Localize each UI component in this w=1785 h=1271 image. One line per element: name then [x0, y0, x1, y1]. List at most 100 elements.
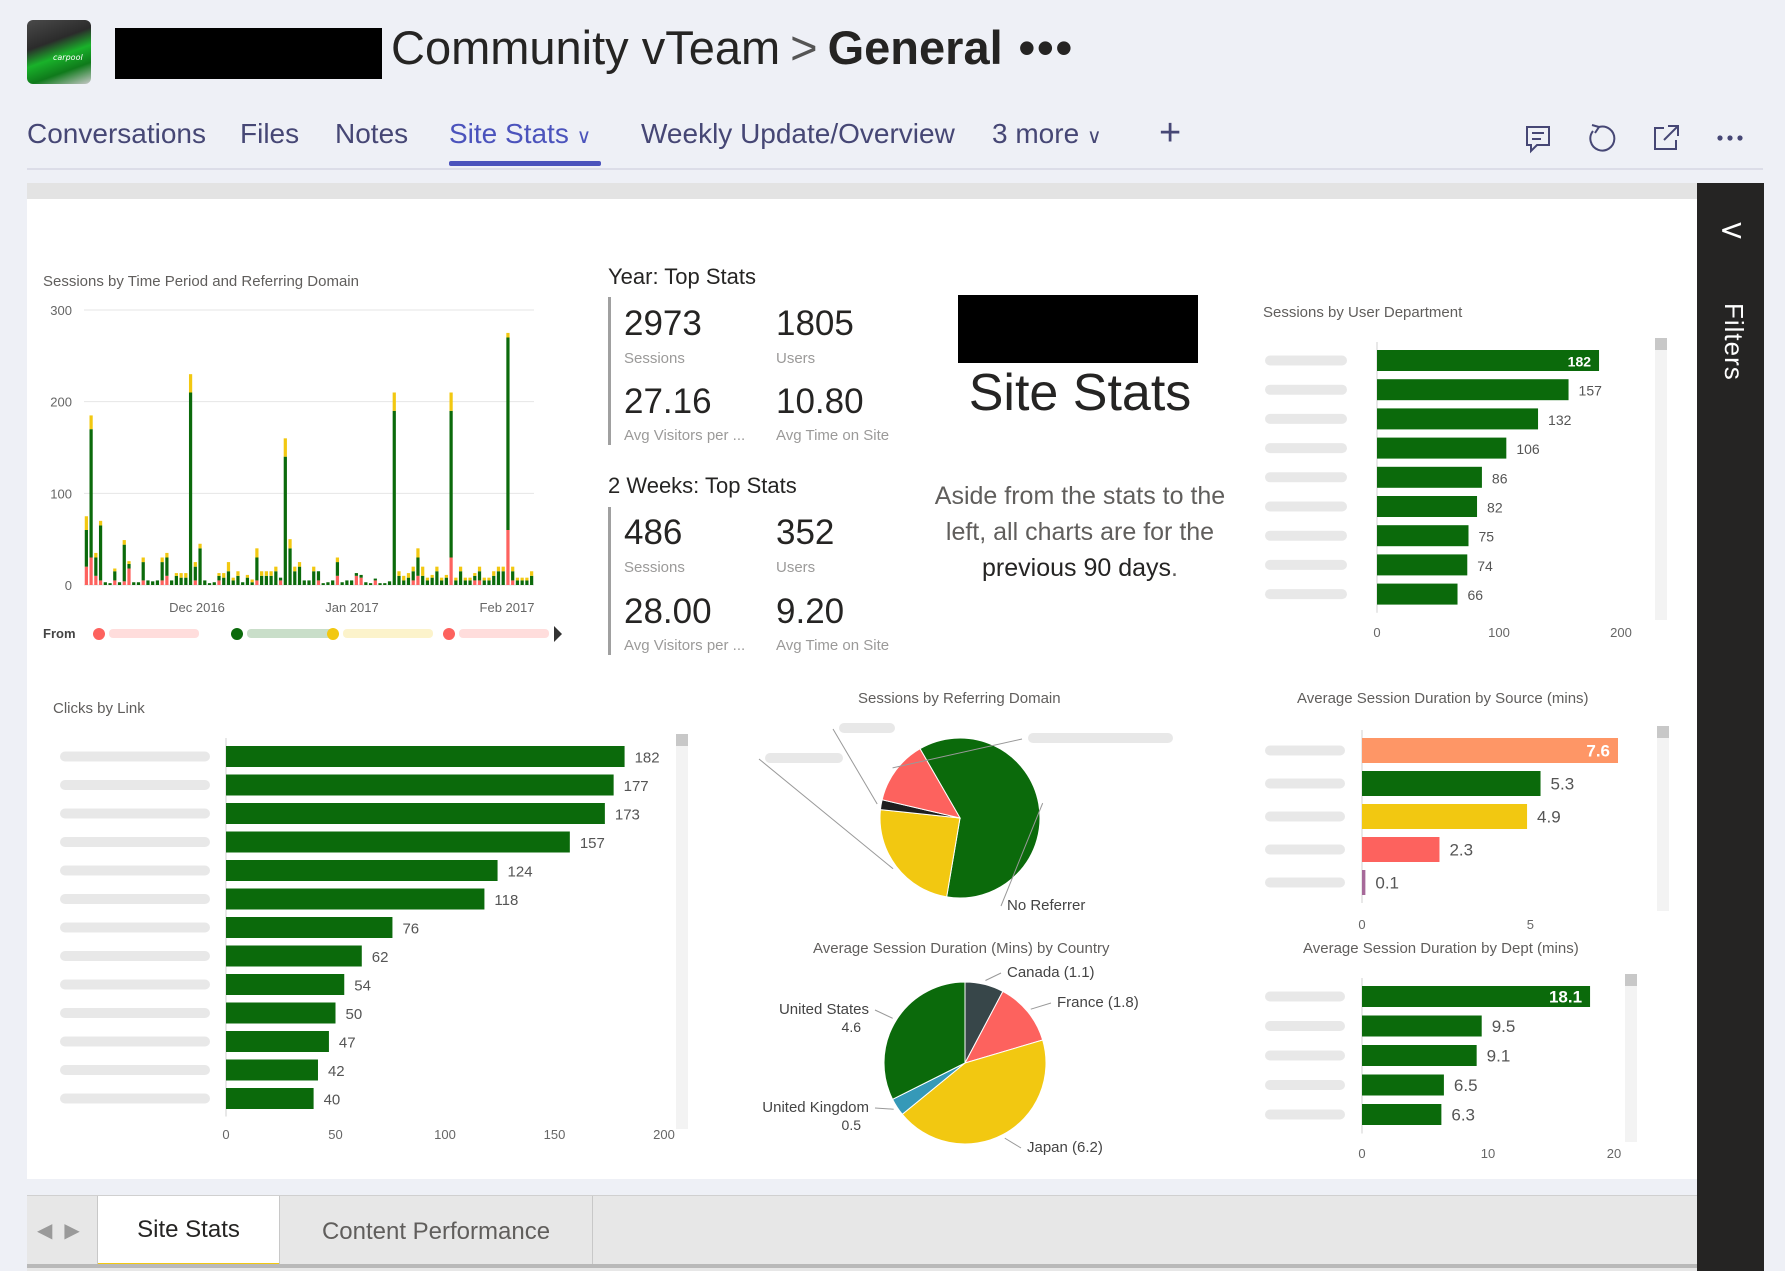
category-label-blurred — [60, 1008, 210, 1018]
column-segment — [520, 577, 524, 581]
bar — [226, 1002, 336, 1024]
weeks-stats-title: 2 Weeks: Top Stats — [608, 473, 797, 498]
data-label: 7.6 — [1586, 742, 1610, 761]
sessions-dept-chart[interactable]: 182 157 132 106 86 82 75 74 66 0 100 200 — [1255, 330, 1675, 645]
leader-line — [985, 972, 1002, 981]
column-segment — [444, 577, 448, 585]
column-segment — [84, 516, 88, 530]
visual-scrollbar — [1657, 726, 1669, 911]
weeks-sessions-label: Sessions — [624, 559, 685, 576]
bottom-scrollbar[interactable] — [27, 1264, 1697, 1268]
column-segment — [449, 410, 453, 558]
data-label: 157 — [580, 835, 605, 852]
page-tab-content-performance[interactable]: Content Performance — [280, 1196, 593, 1268]
bar — [1362, 870, 1366, 895]
report-scrollbar[interactable] — [27, 183, 1697, 199]
column-segment — [250, 582, 254, 585]
category-label-blurred — [1265, 355, 1347, 366]
duration-dept-chart[interactable]: 18.1 9.5 9.1 6.5 6.3 0 10 20 — [1255, 972, 1675, 1162]
column-segment — [364, 582, 368, 585]
visual-scrollbar-thumb — [676, 734, 688, 746]
data-label: 182 — [1568, 354, 1592, 370]
data-label: 157 — [1579, 383, 1603, 399]
category-label-blurred — [1265, 413, 1347, 424]
bar — [226, 917, 393, 938]
visual-scrollbar — [1625, 974, 1637, 1142]
column-segment — [340, 582, 344, 585]
add-tab-button[interactable]: + — [1159, 112, 1181, 155]
legend-next-arrow — [554, 626, 562, 642]
tab-more[interactable]: 3 more ∨ — [992, 118, 1102, 150]
x-tick-label: 200 — [1610, 625, 1632, 640]
tab-files[interactable]: Files — [240, 118, 299, 150]
column-segment — [515, 580, 520, 585]
column-segment — [146, 580, 150, 585]
column-segment — [326, 582, 330, 585]
filters-label[interactable]: Filters — [1713, 303, 1749, 381]
popout-icon[interactable] — [1648, 120, 1684, 156]
weeks-sessions-value: 486 — [624, 513, 683, 552]
bar — [1362, 1074, 1444, 1096]
chart-title-sessions-dept: Sessions by User Department — [1263, 304, 1463, 321]
column-segment — [463, 577, 467, 581]
data-label: 75 — [1479, 529, 1495, 545]
channel-more-button[interactable]: ••• — [1019, 21, 1074, 74]
data-label: 9.1 — [1487, 1047, 1511, 1066]
category-label-blurred — [60, 751, 210, 762]
bar — [226, 803, 605, 824]
column-segment — [231, 580, 235, 585]
page-nav-arrows[interactable]: ◀▶ — [37, 1218, 92, 1242]
duration-country-chart[interactable]: Canada (1.1) France (1.8) Japan (6.2) Unite… — [745, 960, 1175, 1160]
data-label: 5.3 — [1551, 775, 1575, 794]
pie-sub-label: 0.5 — [842, 1117, 862, 1133]
category-label-blurred — [1265, 877, 1345, 888]
column-segment — [430, 577, 434, 585]
column-segment — [473, 573, 477, 576]
refresh-icon[interactable] — [1584, 120, 1620, 156]
visual-scrollbar-thumb — [1657, 726, 1669, 738]
data-label: 82 — [1487, 500, 1503, 516]
column-segment — [421, 575, 425, 585]
column-segment — [511, 571, 515, 581]
pie-label: Canada (1.1) — [1007, 964, 1095, 981]
channel-name[interactable]: General — [828, 21, 1003, 74]
column-segment — [226, 562, 231, 572]
column-segment — [269, 575, 273, 585]
collapse-filters-icon[interactable]: < — [1719, 213, 1744, 248]
data-label: 6.3 — [1451, 1106, 1475, 1125]
column-segment — [411, 566, 415, 572]
column-segment — [174, 573, 178, 576]
tab-site-stats[interactable]: Site Stats ∨ — [449, 118, 591, 150]
teams-header: carpool Community vTeam > General ••• — [0, 0, 1785, 185]
column-segment — [473, 580, 477, 585]
more-options-icon[interactable] — [1712, 120, 1748, 156]
team-name[interactable]: Community vTeam — [391, 21, 780, 74]
bar — [1377, 496, 1478, 517]
tab-conversations[interactable]: Conversations — [27, 118, 206, 150]
sessions-time-chart[interactable]: 0 100 200 300 Dec 2016 Jan 2017 Feb 2017 From — [27, 290, 567, 665]
legend-title: From — [43, 626, 76, 641]
category-label-blurred — [1265, 1080, 1345, 1090]
tab-notes[interactable]: Notes — [335, 118, 408, 150]
tab-weekly-update[interactable]: Weekly Update/Overview — [641, 118, 955, 150]
column-segment — [160, 557, 164, 563]
data-label: 0.1 — [1375, 874, 1399, 893]
column-segment — [435, 571, 439, 585]
x-tick-label: Dec 2016 — [169, 600, 225, 615]
column-segment — [293, 566, 297, 572]
column-segment — [373, 580, 377, 585]
pie-slice — [879, 809, 961, 898]
conversation-icon[interactable] — [1520, 120, 1556, 156]
chart-title-duration-dept: Average Session Duration by Dept (mins) — [1303, 940, 1579, 957]
page-tab-site-stats[interactable]: Site Stats — [97, 1196, 280, 1268]
page-tab-bar: ◀▶ Site Stats Content Performance — [27, 1195, 1697, 1271]
data-label: 173 — [615, 807, 640, 824]
tab-site-stats-label: Site Stats — [449, 118, 569, 149]
filters-pane[interactable]: < Filters — [1697, 183, 1764, 1271]
clicks-link-chart[interactable]: 182 177 173 157 124 118 76 6254 50 47 42 40 0 50 100 15… — [50, 730, 700, 1145]
y-tick-label: 100 — [50, 486, 72, 501]
column-segment — [359, 577, 363, 585]
duration-source-chart[interactable]: 7.6 5.3 4.9 2.3 0.1 0 5 — [1255, 725, 1675, 935]
team-avatar[interactable]: carpool — [27, 20, 91, 84]
sessions-domain-chart[interactable]: No Referrer — [745, 710, 1175, 925]
